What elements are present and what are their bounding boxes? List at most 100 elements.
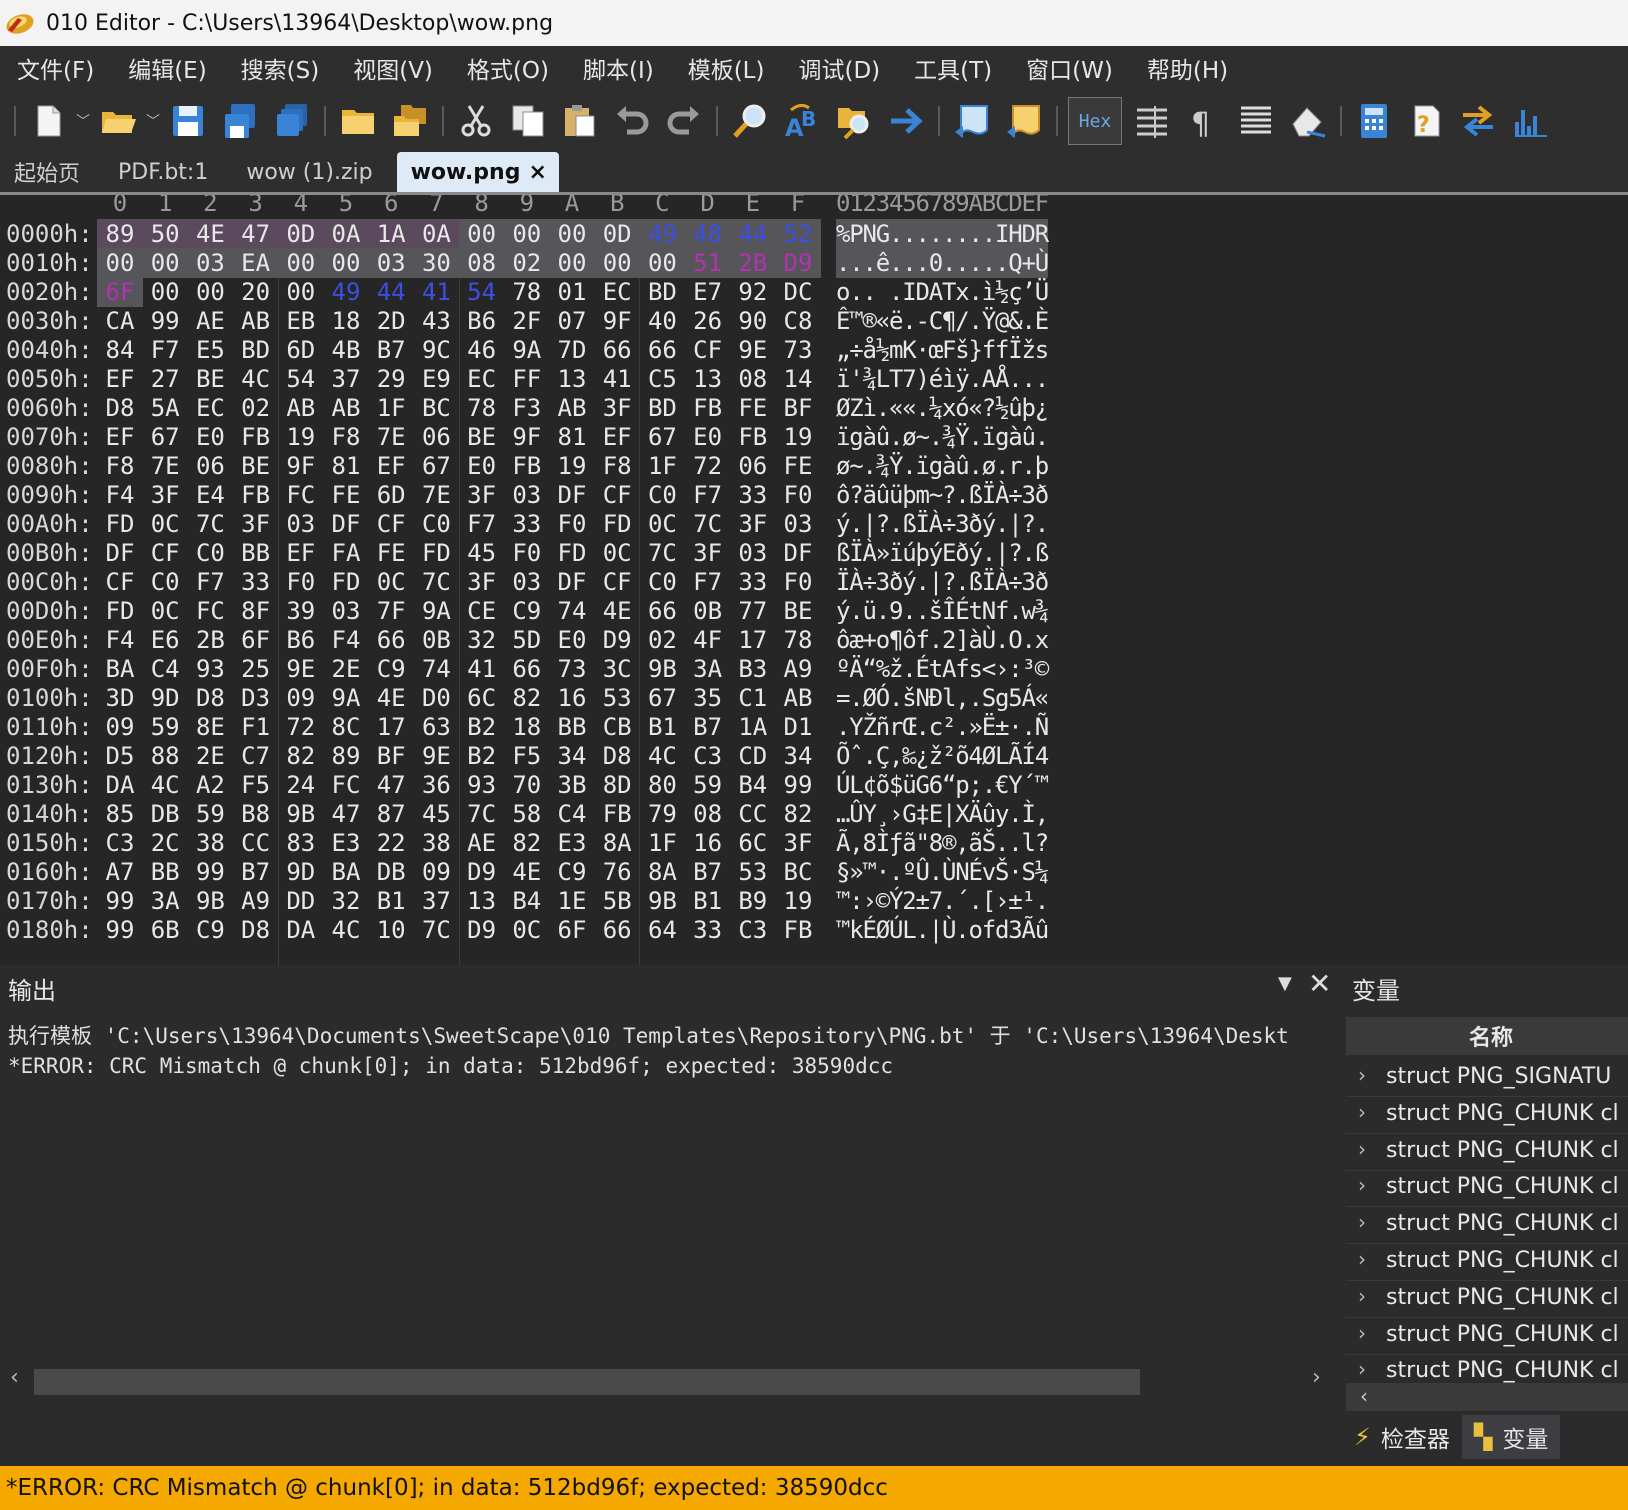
hex-byte[interactable]: 90	[730, 306, 776, 336]
hex-byte[interactable]: CB	[594, 712, 640, 742]
hex-byte[interactable]: DF	[323, 509, 369, 539]
hex-byte[interactable]: C9	[368, 654, 414, 684]
hex-byte[interactable]: CF	[142, 538, 188, 568]
hex-byte[interactable]: 2F	[504, 306, 550, 336]
ascii-row[interactable]: ø~.¾Ÿ.ïgàû.ø.r.þ	[836, 451, 1049, 481]
hex-byte[interactable]: CC	[233, 828, 279, 858]
hex-byte[interactable]: AB	[323, 393, 369, 423]
hex-byte[interactable]: 82	[504, 683, 550, 713]
ascii-row[interactable]: .YŽñrŒ.c².»Ë±·.Ñ	[836, 712, 1049, 742]
hex-byte[interactable]: 09	[278, 683, 324, 713]
hex-byte[interactable]: 7C	[685, 509, 731, 539]
hex-byte[interactable]: 03	[187, 248, 234, 278]
menu-search[interactable]: 搜索(S)	[224, 51, 337, 85]
hex-byte[interactable]: F7	[459, 509, 505, 539]
expand-chevron-icon[interactable]: ›	[1358, 1137, 1366, 1161]
expand-chevron-icon[interactable]: ›	[1358, 1284, 1366, 1308]
hex-byte[interactable]: 66	[594, 915, 640, 945]
hex-byte[interactable]: A7	[97, 857, 143, 887]
hex-byte[interactable]: 9F	[278, 451, 324, 481]
hex-byte[interactable]: FD	[594, 509, 640, 539]
hex-byte[interactable]: 9C	[413, 335, 459, 365]
hex-byte[interactable]: 4C	[323, 915, 369, 945]
expand-chevron-icon[interactable]: ›	[1358, 1357, 1366, 1381]
hex-byte[interactable]: 7C	[413, 567, 459, 597]
hex-byte[interactable]: 37	[413, 886, 459, 916]
hex-byte[interactable]: 9B	[639, 654, 685, 684]
ascii-row[interactable]: ý.ü.9..šÎÉtNf.w¾	[836, 596, 1049, 626]
hex-byte[interactable]: 58	[504, 799, 550, 829]
histogram-button[interactable]	[1507, 98, 1553, 144]
hex-byte[interactable]: 7C	[459, 799, 505, 829]
hex-byte[interactable]: B2	[459, 712, 505, 742]
hex-byte[interactable]: 6B	[142, 915, 188, 945]
hex-byte[interactable]: 0D	[277, 219, 324, 249]
expand-chevron-icon[interactable]: ›	[1358, 1321, 1366, 1345]
variable-row[interactable]: › struct PNG_CHUNK cl	[1346, 1133, 1628, 1171]
save-all-button[interactable]	[269, 98, 315, 144]
hex-byte[interactable]: FD	[97, 596, 143, 626]
hex-byte[interactable]: 3F	[594, 393, 640, 423]
ascii-row[interactable]: ô?äûüþm~?.ßÏÀ÷3ð	[836, 480, 1049, 510]
hex-byte[interactable]: 00	[549, 219, 595, 249]
hex-byte[interactable]: C0	[187, 538, 233, 568]
hex-byte[interactable]: 30	[413, 248, 460, 278]
ascii-row[interactable]: „÷å½mK·œFš}ffÏžs	[836, 335, 1049, 365]
hex-byte[interactable]: 1A	[730, 712, 776, 742]
hex-byte[interactable]: 44	[729, 219, 776, 249]
compare-button[interactable]	[1455, 98, 1501, 144]
hex-byte[interactable]: 2D	[368, 306, 414, 336]
hex-byte[interactable]: AE	[187, 306, 233, 336]
redo-button[interactable]	[661, 98, 707, 144]
hex-byte[interactable]: 8E	[187, 712, 233, 742]
hex-byte[interactable]: 8F	[233, 596, 279, 626]
hex-byte[interactable]: 9E	[278, 654, 324, 684]
hex-byte[interactable]: 66	[594, 335, 640, 365]
hex-byte[interactable]: 3A	[685, 654, 731, 684]
hex-byte[interactable]: BD	[639, 393, 685, 423]
ascii-row[interactable]: ...ê...0.....Q+Ù	[836, 248, 1049, 278]
hex-byte[interactable]: B7	[368, 335, 414, 365]
ascii-row[interactable]: ™:›©Ý2±7.´.[›±¹.	[836, 886, 1049, 916]
hex-byte[interactable]: 3D	[97, 683, 143, 713]
hex-byte[interactable]: C3	[97, 828, 143, 858]
hex-byte[interactable]: 08	[730, 364, 776, 394]
tab-inspector[interactable]: ⚡ 检查器	[1342, 1415, 1462, 1459]
menu-help[interactable]: 帮助(H)	[1130, 51, 1245, 85]
hex-byte[interactable]: 54	[278, 364, 324, 394]
hex-byte[interactable]: 03	[504, 480, 550, 510]
hex-byte[interactable]: 84	[97, 335, 143, 365]
hex-byte[interactable]: 1A	[368, 219, 415, 249]
hex-byte[interactable]: 03	[278, 509, 324, 539]
ascii-row[interactable]: Õˆ.Ç‚‰¿ž²õ4ØLÃÍ4	[836, 741, 1049, 771]
hex-byte[interactable]: 6C	[730, 828, 776, 858]
menu-edit[interactable]: 编辑(E)	[111, 51, 223, 85]
hex-byte[interactable]: 18	[504, 712, 550, 742]
close-tab-icon[interactable]: ×	[528, 160, 546, 185]
hex-byte[interactable]: 99	[775, 770, 821, 800]
hex-byte[interactable]: 78	[775, 625, 821, 655]
hex-byte[interactable]: 41	[594, 364, 640, 394]
hex-byte[interactable]: 33	[730, 567, 776, 597]
find-button[interactable]	[727, 98, 773, 144]
hex-byte[interactable]: 6F	[97, 277, 143, 307]
hex-byte[interactable]: 45	[413, 799, 459, 829]
hex-byte[interactable]: 17	[730, 625, 776, 655]
hex-byte[interactable]: 49	[323, 277, 369, 307]
hex-byte[interactable]: 80	[639, 770, 685, 800]
hex-byte[interactable]: 2E	[187, 741, 233, 771]
hex-editor[interactable]: 0 1 2 3 4 5 6 7 8 9 A B C D E F 0123456789ABCDEF 0000h: 89…	[0, 195, 1628, 965]
hex-byte[interactable]: BB	[142, 857, 188, 887]
hex-byte[interactable]: 79	[639, 799, 685, 829]
hex-byte[interactable]: 4B	[323, 335, 369, 365]
hex-byte[interactable]: FB	[233, 422, 279, 452]
hex-byte[interactable]: CF	[368, 509, 414, 539]
hex-byte[interactable]: D8	[594, 741, 640, 771]
hex-byte[interactable]: 33	[730, 480, 776, 510]
hex-byte[interactable]: 00	[97, 248, 143, 278]
hex-byte[interactable]: 9D	[278, 857, 324, 887]
hex-byte[interactable]: 19	[775, 886, 821, 916]
output-log[interactable]: 执行模板 'C:\Users\13964\Documents\SweetScap…	[8, 1021, 1338, 1081]
line-width-button[interactable]	[1233, 98, 1279, 144]
hex-byte[interactable]: D8	[233, 915, 279, 945]
